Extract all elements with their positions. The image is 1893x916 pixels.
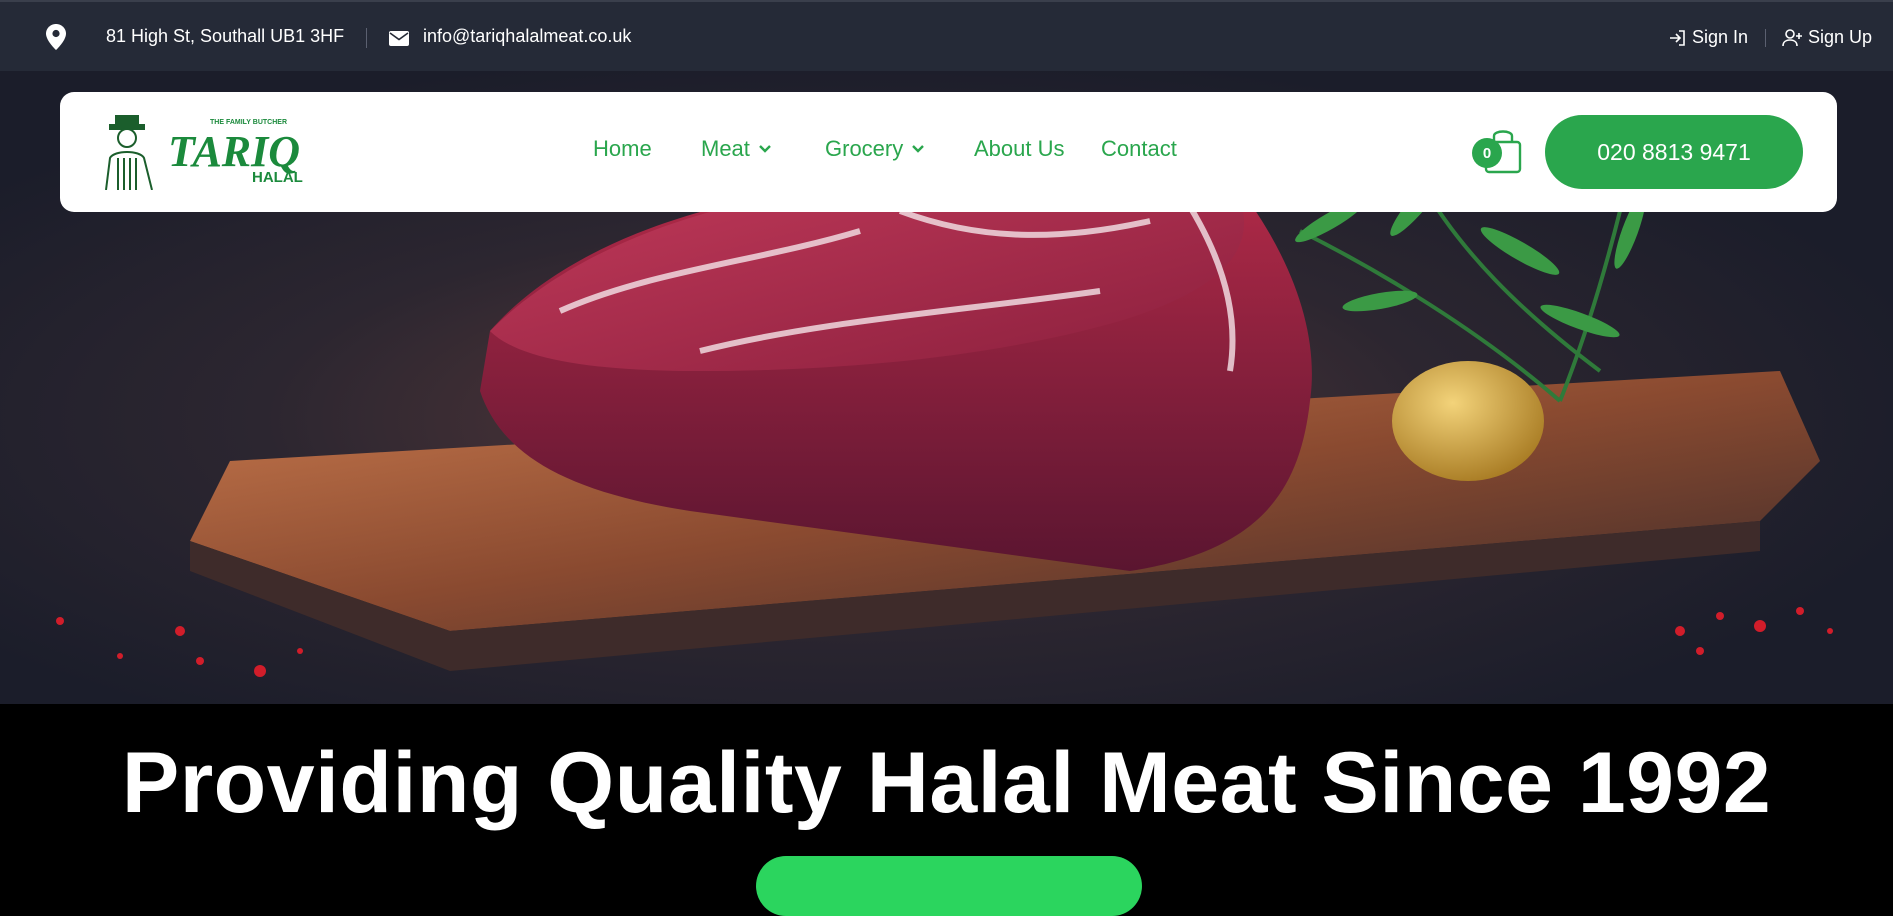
- chevron-down-icon: [759, 145, 771, 153]
- sign-in-label: Sign In: [1692, 27, 1749, 47]
- svg-text:HALAL: HALAL: [252, 169, 303, 186]
- nav-contact[interactable]: Contact: [1101, 136, 1177, 162]
- cart-count-badge: 0: [1472, 138, 1502, 168]
- top-info-bar: 81 High St, Southall UB1 3HF info@tariqh…: [0, 0, 1893, 71]
- svg-text:THE FAMILY BUTCHER: THE FAMILY BUTCHER: [210, 119, 287, 126]
- butcher-figure-logo-icon: THE FAMILY BUTCHER TARIQ HALAL: [105, 115, 303, 191]
- nav-grocery[interactable]: Grocery: [825, 136, 925, 162]
- nav-meat-label: Meat: [701, 136, 750, 161]
- divider: [366, 28, 367, 48]
- nav-about-us[interactable]: About Us: [974, 136, 1065, 162]
- nav-about-us-label: About Us: [974, 136, 1065, 161]
- envelope-icon: [389, 31, 409, 46]
- sign-up-link[interactable]: Sign Up: [1782, 27, 1872, 48]
- cart-button[interactable]: 0: [1472, 126, 1526, 176]
- store-address: 81 High St, Southall UB1 3HF: [106, 26, 345, 46]
- store-email-link[interactable]: info@tariqhalalmeat.co.uk: [423, 26, 631, 47]
- nav-meat[interactable]: Meat: [701, 136, 772, 162]
- hero-cta-button[interactable]: [756, 856, 1142, 916]
- sign-up-label: Sign Up: [1808, 27, 1873, 47]
- brand-logo[interactable]: THE FAMILY BUTCHER TARIQ HALAL: [92, 114, 322, 191]
- main-navigation-bar: THE FAMILY BUTCHER TARIQ HALAL Home Meat…: [60, 92, 1837, 212]
- sign-in-icon: [1670, 29, 1685, 46]
- divider: [1765, 29, 1766, 47]
- add-user-icon: [1782, 28, 1802, 46]
- location-pin-icon: [46, 24, 66, 50]
- hero-headline: Providing Quality Halal Meat Since 1992: [121, 735, 1772, 831]
- nav-contact-label: Contact: [1101, 136, 1177, 161]
- nav-home[interactable]: Home: [593, 136, 652, 162]
- phone-call-button[interactable]: 020 8813 9471: [1545, 115, 1803, 189]
- sign-in-link[interactable]: Sign In: [1668, 27, 1748, 48]
- nav-grocery-label: Grocery: [825, 136, 904, 161]
- nav-home-label: Home: [593, 136, 652, 161]
- chevron-down-icon: [912, 145, 925, 153]
